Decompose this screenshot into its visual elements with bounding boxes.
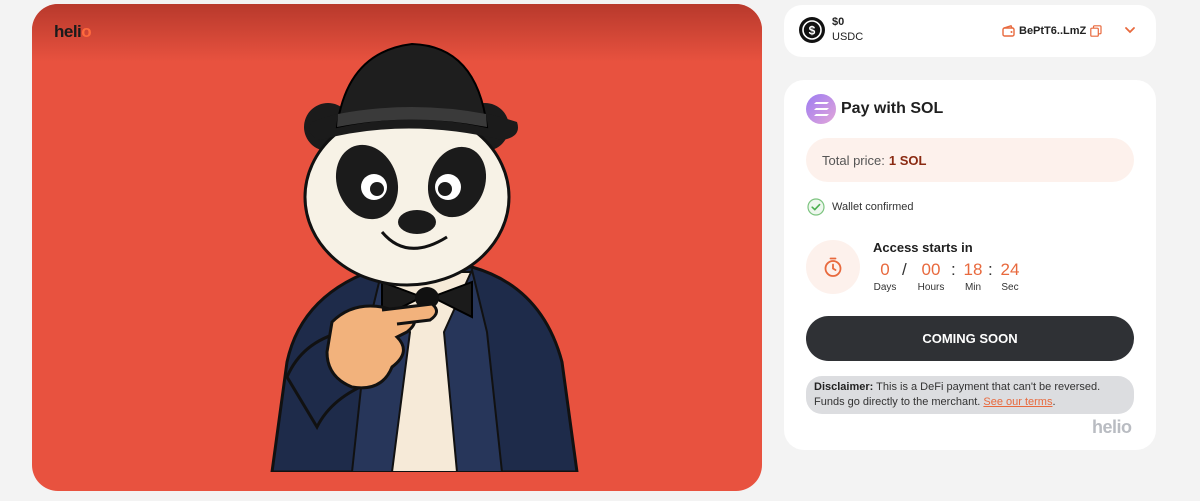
svg-text:$: $ <box>809 24 816 38</box>
helio-logo: helio <box>54 22 92 41</box>
wallet-address: BePtT6..LmZ <box>1019 25 1087 37</box>
check-circle-icon <box>807 198 825 216</box>
access-starts-title: Access starts in <box>873 240 973 255</box>
countdown-separator: : <box>951 260 956 279</box>
wallet-confirmed-row: Wallet confirmed <box>807 198 914 216</box>
payment-card: Pay with SOL Total price: 1 SOL Wallet c… <box>784 80 1156 450</box>
balance-currency: USDC <box>832 31 864 43</box>
wallet-icon <box>1002 25 1015 37</box>
countdown-separator: / <box>902 260 907 279</box>
balance-amount: $0 <box>832 16 845 28</box>
wallet-bar: $ $0 USDC BePtT6..LmZ <box>784 5 1156 57</box>
helio-footer-logo: helio <box>1092 417 1132 437</box>
countdown-minutes: 18 Min <box>963 260 983 293</box>
timer-badge <box>806 240 860 294</box>
hero-banner: helio <box>32 4 762 491</box>
countdown-hours: 00 Hours <box>917 260 945 293</box>
total-price-box: Total price: 1 SOL <box>806 138 1134 182</box>
pay-method-title: Pay with SOL <box>841 100 944 117</box>
total-price-value: 1 SOL <box>888 152 927 168</box>
usdc-coin-icon: $ <box>799 17 825 43</box>
panda-illustration <box>270 42 579 472</box>
copy-icon[interactable] <box>1090 25 1102 37</box>
stopwatch-icon <box>824 257 842 277</box>
solana-icon <box>806 94 836 124</box>
countdown-separator: : <box>988 260 993 279</box>
wallet-address-button[interactable]: BePtT6..LmZ <box>1002 22 1102 40</box>
chevron-down-icon[interactable] <box>1122 22 1138 38</box>
countdown-days: 0 Days <box>873 260 897 293</box>
disclaimer-end: . <box>1052 396 1056 408</box>
coming-soon-button[interactable]: COMING SOON <box>806 316 1134 361</box>
disclaimer-box: Disclaimer: This is a DeFi payment that … <box>806 376 1134 414</box>
disclaimer-label: Disclaimer: <box>814 381 874 393</box>
wallet-confirmed-text: Wallet confirmed <box>832 201 914 213</box>
countdown-seconds: 24 Sec <box>1000 260 1020 293</box>
total-price-label: Total price: <box>822 152 885 168</box>
terms-link[interactable]: See our terms <box>983 396 1052 408</box>
